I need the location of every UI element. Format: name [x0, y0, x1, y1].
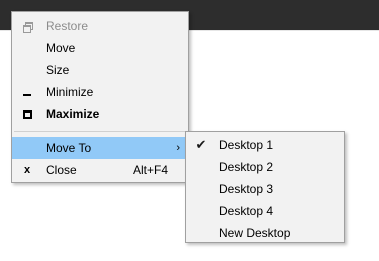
restore-icon	[20, 15, 34, 37]
menu-item-maximize[interactable]: Maximize	[12, 103, 188, 125]
menu-item-minimize[interactable]: Minimize	[12, 81, 188, 103]
submenu-item-label: New Desktop	[219, 226, 291, 240]
menu-item-size[interactable]: Size	[12, 59, 188, 81]
submenu-item-label: Desktop 4	[219, 204, 274, 218]
menu-item-label: Move	[46, 41, 76, 55]
submenu-item-label: Desktop 2	[219, 160, 274, 174]
menu-item-move[interactable]: Move	[12, 37, 188, 59]
maximize-icon	[20, 103, 34, 125]
submenu-item-label: Desktop 3	[219, 182, 274, 196]
menu-item-label: Move To	[46, 141, 92, 155]
submenu-item-desktop-3[interactable]: Desktop 3	[186, 178, 344, 200]
menu-item-label: Maximize	[46, 107, 100, 121]
submenu-item-desktop-2[interactable]: Desktop 2	[186, 156, 344, 178]
close-icon: x	[23, 164, 31, 176]
menu-item-label: Size	[46, 63, 70, 77]
move-to-submenu: ✔ Desktop 1 Desktop 2 Desktop 3 Desktop …	[185, 131, 345, 243]
submenu-item-desktop-4[interactable]: Desktop 4	[186, 200, 344, 222]
menu-item-label: Close	[46, 163, 77, 177]
menu-item-move-to[interactable]: Move To ›	[12, 137, 188, 159]
menu-separator	[14, 131, 186, 132]
minimize-icon	[20, 81, 34, 103]
submenu-item-desktop-1[interactable]: ✔ Desktop 1	[186, 134, 344, 156]
submenu-item-label: Desktop 1	[219, 138, 274, 152]
submenu-arrow-icon: ›	[176, 142, 180, 154]
submenu-item-new-desktop[interactable]: New Desktop	[186, 222, 344, 244]
menu-item-shortcut: Alt+F4	[132, 163, 168, 177]
menu-item-close[interactable]: x Close Alt+F4	[12, 159, 188, 181]
system-menu: Restore Move Size Minimize Maximize Move…	[11, 11, 189, 183]
checkmark-icon: ✔	[195, 137, 207, 152]
menu-item-restore: Restore	[12, 15, 188, 37]
menu-item-label: Minimize	[46, 85, 94, 99]
menu-item-label: Restore	[46, 19, 89, 33]
